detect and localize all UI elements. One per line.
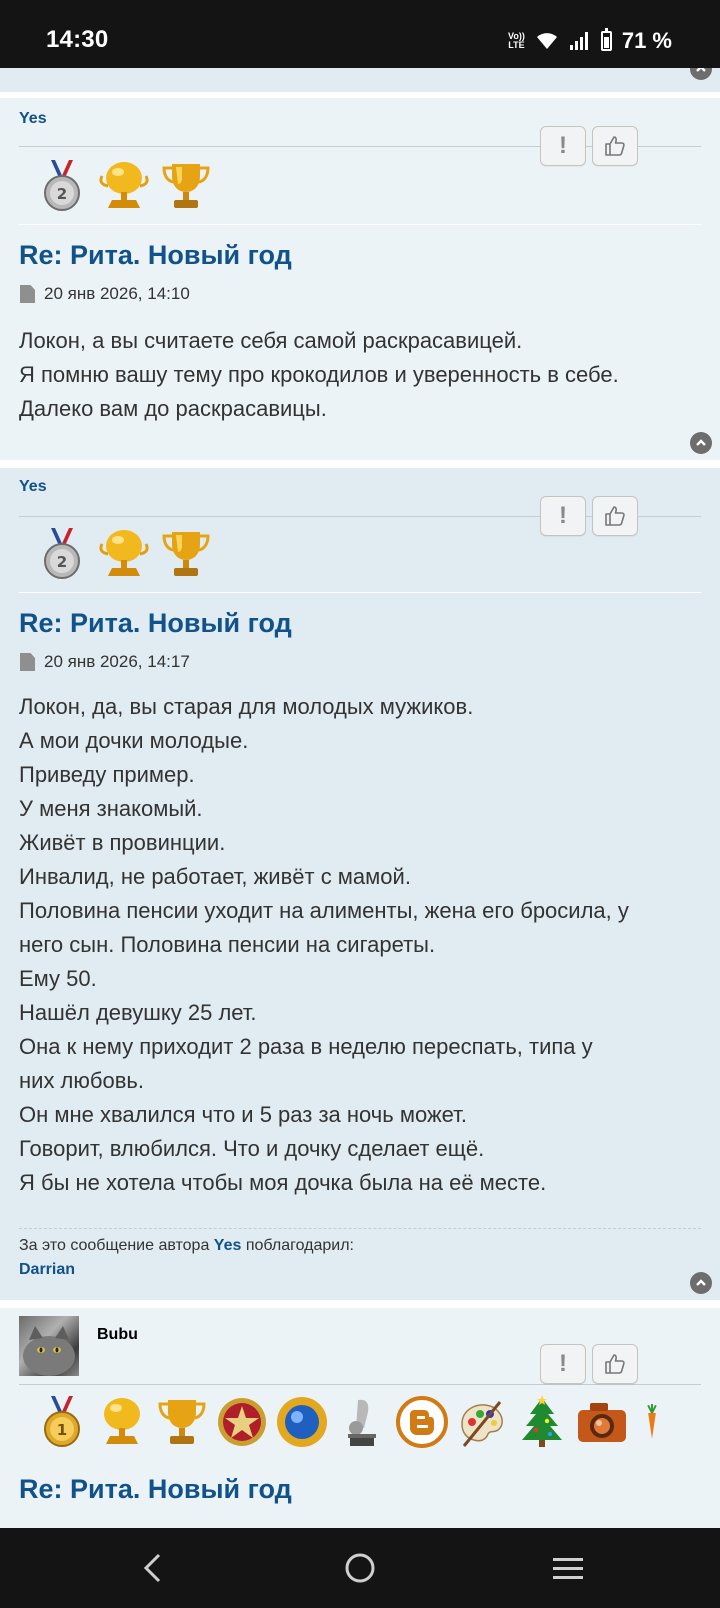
post: Yes ! 2 Re: Рита. Новый год 20 янв 2026,… <box>0 98 720 460</box>
like-button[interactable] <box>592 496 638 536</box>
post-line: Говорит, влюбился. Что и дочку сделает е… <box>19 1136 485 1161</box>
post-line: Он мне хвалился что и 5 раз за ночь може… <box>19 1102 467 1127</box>
post-title[interactable]: Re: Рита. Новый год <box>19 608 292 639</box>
medal-row: 2 <box>34 526 214 582</box>
medal-row: 2 <box>34 158 214 214</box>
divider <box>19 592 701 593</box>
back-to-top-icon[interactable] <box>690 1272 712 1294</box>
gold-trophy-icon <box>162 164 210 208</box>
blue-sun-badge-icon <box>277 1397 327 1447</box>
navigation-bar <box>0 1528 720 1608</box>
post-line: Половина пенсии уходит на алименты, жена… <box>19 898 629 923</box>
divider <box>19 1384 701 1385</box>
home-icon[interactable] <box>340 1548 380 1588</box>
post-line: А мои дочки молодые. <box>19 728 249 753</box>
status-bar: 14:30 Vo)) LTE 71 % <box>0 0 720 68</box>
post-file-icon[interactable] <box>20 653 35 671</box>
post-line: Ему 50. <box>19 966 97 991</box>
report-button[interactable]: ! <box>540 126 586 166</box>
post-line: них любовь. <box>19 1068 144 1093</box>
post-author[interactable]: Bubu <box>97 1326 138 1344</box>
red-star-badge-icon <box>218 1398 266 1446</box>
post-author[interactable]: Yes <box>19 110 47 128</box>
gold-trophy-icon <box>158 1400 206 1444</box>
post-line: Я бы не хотела чтобы моя дочка была на е… <box>19 1170 547 1195</box>
post-line: Локон, да, вы старая для молодых мужиков… <box>19 694 474 719</box>
wifi-icon <box>536 33 557 49</box>
post-line: Локон, а вы считаете себя самой раскраса… <box>19 328 523 353</box>
gold-cup-icon <box>104 1398 140 1444</box>
medal-row: 1 <box>34 1394 670 1450</box>
post-line: Далеко вам до раскрасавицы. <box>19 396 327 421</box>
thanks-notice: За это сообщение автора Yes поблагодарил… <box>19 1237 354 1278</box>
post-line: Я помню вашу тему про крокодилов и увере… <box>19 362 619 387</box>
thanks-user-link[interactable]: Darrian <box>19 1261 75 1278</box>
christmas-tree-icon <box>522 1395 562 1447</box>
svg-text:2: 2 <box>57 553 67 571</box>
post-body: Локон, да, вы старая для молодых мужиков… <box>19 690 709 1200</box>
post-line: него сын. Половина пенсии на сигареты. <box>19 932 436 957</box>
silver-medal-2-icon: 2 <box>44 528 80 579</box>
post-line: Инвалид, не работает, живёт с мамой. <box>19 864 411 889</box>
post-title[interactable]: Re: Рита. Новый год <box>19 1474 292 1505</box>
post: Yes ! 2 Re: Рита. Новый год 20 янв 2026,… <box>0 468 720 1300</box>
gold-trophy-icon <box>162 532 210 576</box>
post-line: Нашёл девушку 25 лет. <box>19 1000 257 1025</box>
recent-apps-icon[interactable] <box>548 1548 588 1588</box>
post-file-icon[interactable] <box>20 285 35 303</box>
post-meta: 20 янв 2026, 14:17 <box>20 652 190 672</box>
avatar[interactable] <box>19 1316 79 1376</box>
thumbs-up-icon <box>605 1354 625 1374</box>
post-line: Приведу пример. <box>19 762 195 787</box>
carrot-icon <box>647 1404 657 1439</box>
post-author[interactable]: Yes <box>19 478 47 496</box>
battery-percent: 71 % <box>621 28 672 53</box>
post-line: У меня знакомый. <box>19 796 203 821</box>
previous-post-tail <box>0 68 720 92</box>
camera-icon <box>578 1403 626 1442</box>
volte-icon: Vo)) LTE <box>508 31 525 50</box>
post: Bubu ! 1 Re: Рита. Новый год <box>0 1308 720 1528</box>
back-to-top-icon[interactable] <box>690 68 712 80</box>
gold-medal-1-icon: 1 <box>44 1396 80 1447</box>
report-button[interactable]: ! <box>540 1344 586 1384</box>
silver-medal-2-icon: 2 <box>44 160 80 211</box>
post-date: 20 янв 2026, 14:17 <box>44 652 190 671</box>
thanks-author-link[interactable]: Yes <box>214 1237 242 1254</box>
report-button[interactable]: ! <box>540 496 586 536</box>
back-to-top-icon[interactable] <box>690 432 712 454</box>
post-line: Живёт в провинции. <box>19 830 226 855</box>
post-title[interactable]: Re: Рита. Новый год <box>19 240 292 271</box>
status-time: 14:30 <box>46 26 109 53</box>
back-icon[interactable] <box>132 1548 172 1588</box>
like-button[interactable] <box>592 1344 638 1384</box>
post-line: Она к нему приходит 2 раза в неделю пере… <box>19 1034 593 1059</box>
gold-cup-icon <box>99 162 149 208</box>
battery-icon <box>600 28 612 51</box>
post-date: 20 янв 2026, 14:10 <box>44 284 190 303</box>
svg-text:2: 2 <box>57 185 67 203</box>
thumbs-up-icon <box>605 136 625 156</box>
status-icons: Vo)) LTE 71 % <box>508 28 672 54</box>
like-button[interactable] <box>592 126 638 166</box>
divider <box>19 224 701 225</box>
silver-music-award-icon <box>348 1399 376 1446</box>
divider <box>19 1228 701 1229</box>
topic-content: Yes ! 2 Re: Рита. Новый год 20 янв 2026,… <box>0 68 720 1528</box>
gold-cup-icon <box>99 530 149 576</box>
post-meta: 20 янв 2026, 14:10 <box>20 284 190 304</box>
svg-text:1: 1 <box>57 1421 67 1439</box>
blogger-icon <box>396 1396 448 1448</box>
signal-icon <box>569 32 588 50</box>
thumbs-up-icon <box>605 506 625 526</box>
palette-icon <box>461 1401 503 1447</box>
post-body: Локон, а вы считаете себя самой раскраса… <box>19 324 709 426</box>
